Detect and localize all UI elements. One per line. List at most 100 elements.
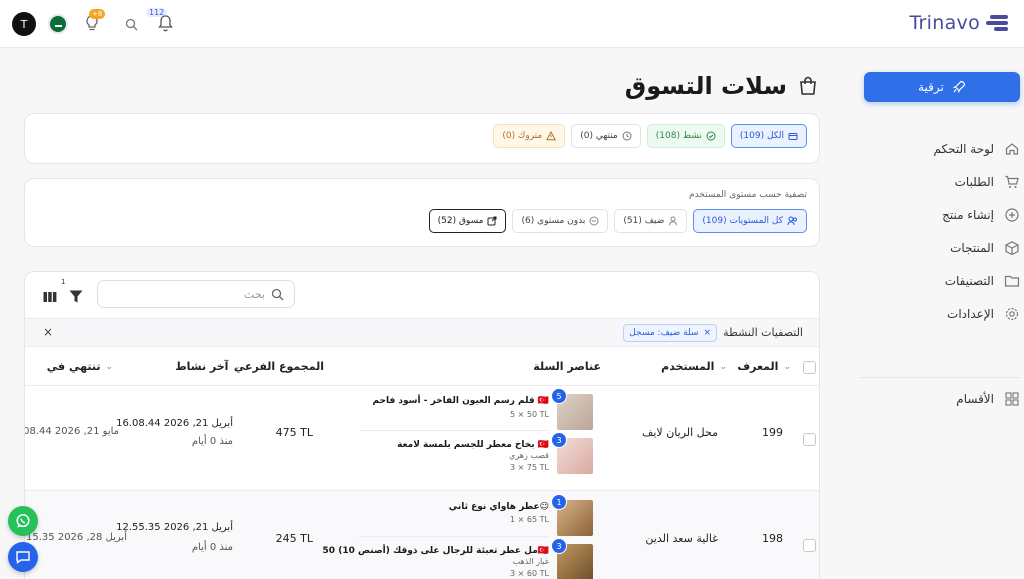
cart-item: 3 50 مل عطر تعبئة للرجال على ذوقك (أصنص … <box>323 538 593 579</box>
level-marketer-chip[interactable]: مسوق (52) <box>428 209 507 233</box>
user-avatar[interactable]: T <box>12 12 36 36</box>
col-label: عناصر السلة <box>533 360 601 373</box>
cart-icon <box>788 133 798 140</box>
filter-count-badge: 1 <box>61 278 66 286</box>
level-none-chip[interactable]: بدون مستوى (6) <box>512 209 609 233</box>
search-icon[interactable] <box>125 16 138 35</box>
level-all-chip[interactable]: كل المستويات (109) <box>693 209 807 233</box>
row-checkbox[interactable] <box>803 539 816 552</box>
chat-button[interactable] <box>8 542 38 572</box>
col-expires-header[interactable]: تنتهي في ⌄ <box>47 360 113 373</box>
upgrade-button[interactable]: ترقية <box>864 72 1020 102</box>
sidebar-item-label: الطلبات <box>954 174 994 189</box>
sidebar-item-settings[interactable]: الإعدادات <box>859 297 1024 330</box>
item-qty-price: 1 × 65 TL <box>510 515 549 524</box>
chip-label: ضيف (51) <box>623 216 665 226</box>
item-qty-price: 3 × 75 TL <box>510 463 549 472</box>
item-variant: غبار الذهب <box>512 557 549 566</box>
top-bar: Trinavo T +8 112 <box>0 0 1024 48</box>
col-last-activity-header[interactable]: آخر نشاط ⌄ <box>175 360 241 373</box>
status-filter-card: الكل (109) نشط (108) منتهي (0) متروك (0) <box>24 113 820 164</box>
item-qty-price: 3 × 60 TL <box>510 569 549 578</box>
chip-label: منتهي (0) <box>580 131 618 141</box>
user-icon <box>669 216 678 226</box>
sidebar-item-orders[interactable]: الطلبات <box>859 165 1024 198</box>
item-name: قلم رسم العيون الفاخر - أسود فاحم 🇹🇷 <box>372 396 549 406</box>
last-activity-date: أبريل 21, 2026 12.55.35 <box>116 522 233 533</box>
sidebar-item-sections[interactable]: الأقسام <box>859 384 1024 414</box>
chevron-down-icon: ⌄ <box>233 361 241 372</box>
item-qty-price: 5 × 50 TL <box>510 410 549 419</box>
expires-date: أبريل 28, 2026 15.35 <box>26 532 127 543</box>
folder-icon <box>1004 275 1020 287</box>
clear-filters-icon[interactable]: × <box>43 325 53 339</box>
cart-user[interactable]: غالية سعد الدين <box>645 532 718 545</box>
home-icon <box>1005 142 1019 155</box>
external-link-icon <box>487 216 497 226</box>
cart-id: 199 <box>762 426 783 439</box>
search-placeholder: بحث <box>244 287 265 301</box>
item-name: 50 مل عطر تعبئة للرجال على ذوقك (أصنص 10… <box>322 546 549 556</box>
expires-date: مايو 21, 2026 16.08.44 <box>25 426 119 437</box>
col-label: المستخدم <box>661 360 715 373</box>
brand-name: Trinavo <box>909 12 980 34</box>
col-label: تنتهي في <box>46 360 101 373</box>
row-checkbox[interactable] <box>803 433 816 446</box>
gear-icon <box>1005 307 1019 320</box>
cart-id: 198 <box>762 532 783 545</box>
box-icon <box>1005 240 1019 255</box>
item-divider <box>359 536 549 537</box>
col-subtotal-header: المجموع الفرعي <box>234 360 324 373</box>
col-user-header[interactable]: المستخدم ⌄ <box>661 360 727 373</box>
sidebar-item-categories[interactable]: التصنيفات <box>859 264 1024 297</box>
shopping-bag-icon <box>800 76 816 95</box>
select-all-checkbox[interactable] <box>803 361 816 374</box>
last-activity-relative: منذ 0 أيام <box>191 436 233 447</box>
filter-abandoned-chip[interactable]: متروك (0) <box>493 124 566 148</box>
cart-user[interactable]: محل الريان لايف <box>642 426 718 439</box>
sidebar-item-label: الأقسام <box>956 392 994 406</box>
page-title: سلات التسوق <box>624 72 787 100</box>
filter-active-chip[interactable]: نشط (108) <box>646 124 725 148</box>
cart-subtotal: 245 TL <box>275 532 313 545</box>
filter-expired-chip[interactable]: منتهي (0) <box>571 124 641 148</box>
quantity-badge: 5 <box>551 388 567 404</box>
table-row[interactable]: 199 محل الريان لايف 5 قلم رسم العيون الف… <box>25 386 819 491</box>
chat-icon <box>16 551 30 564</box>
col-id-header[interactable]: المعرف ⌄ <box>737 360 791 373</box>
search-input[interactable]: بحث <box>97 280 295 308</box>
chip-label: نشط (108) <box>655 131 702 141</box>
filter-icon[interactable] <box>69 288 83 307</box>
whatsapp-button[interactable] <box>8 506 38 536</box>
language-flag-icon[interactable] <box>48 14 68 34</box>
rocket-icon <box>953 80 965 93</box>
brand-logo[interactable]: Trinavo <box>909 12 1008 34</box>
sidebar-item-create-product[interactable]: إنشاء منتج <box>859 198 1024 231</box>
active-filter-tag[interactable]: سلة ضيف: مسجل × <box>623 324 717 342</box>
chip-label: بدون مستوى (6) <box>521 216 586 226</box>
table-row[interactable]: 198 غالية سعد الدين 1 عطر هاواي نوع ثاني… <box>25 491 819 579</box>
chevron-down-icon: ⌄ <box>105 361 113 372</box>
item-name: بخاخ معطر للجسم بلمسة لامعة 🇹🇷 <box>397 440 549 450</box>
check-circle-icon <box>706 131 716 141</box>
remove-filter-icon[interactable]: × <box>703 328 711 338</box>
logo-mark-icon <box>986 13 1008 33</box>
sidebar-item-products[interactable]: المنتجات <box>859 231 1024 264</box>
sidebar-item-dashboard[interactable]: لوحة التحكم <box>859 132 1024 165</box>
columns-icon[interactable] <box>43 288 57 307</box>
sidebar-nav: لوحة التحكم الطلبات إنشاء منتج المنتجات … <box>859 132 1024 330</box>
page-header: سلات التسوق <box>625 72 819 100</box>
quantity-badge: 1 <box>551 494 567 510</box>
filter-all-chip[interactable]: الكل (109) <box>730 124 807 148</box>
level-filter-card: تصفية حسب مستوى المستخدم كل المستويات (1… <box>24 178 820 247</box>
bell-icon[interactable] <box>157 14 174 36</box>
cart-item: 3 بخاخ معطر للجسم بلمسة لامعة 🇹🇷 قصب زهر… <box>353 432 593 482</box>
item-divider <box>359 430 549 431</box>
level-guest-chip[interactable]: ضيف (51) <box>614 209 688 233</box>
whatsapp-icon <box>16 514 30 528</box>
sidebar: ترقية لوحة التحكم الطلبات إنشاء منتج الم… <box>859 48 1024 579</box>
quantity-badge: 3 <box>551 538 567 554</box>
chevron-down-icon: ⌄ <box>783 361 791 372</box>
col-label: المجموع الفرعي <box>233 360 324 373</box>
cart-icon <box>1005 175 1019 188</box>
